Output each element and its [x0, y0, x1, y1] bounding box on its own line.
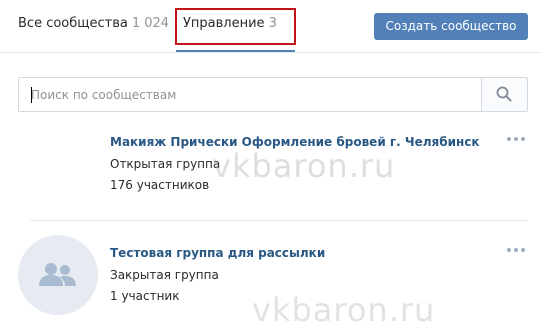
tab-label: Все сообщества — [18, 16, 128, 31]
search-button[interactable] — [481, 78, 527, 111]
avatar[interactable] — [18, 124, 98, 204]
more-icon[interactable] — [505, 134, 527, 144]
create-community-button[interactable]: Создать сообщество — [374, 13, 528, 40]
list-item: Тестовая группа для рассылки Закрытая гр… — [0, 235, 541, 325]
tab-bar: Все сообщества 1 024 Управление 3 Создать … — [0, 0, 541, 52]
tab-all-communities[interactable]: Все сообщества 1 024 — [18, 16, 169, 31]
more-icon[interactable] — [505, 245, 527, 255]
search-input[interactable] — [19, 78, 481, 111]
group-type: Открытая группа — [110, 157, 221, 171]
group-members: 176 участников — [110, 178, 210, 192]
group-title-link[interactable]: Тестовая группа для рассылки — [110, 246, 325, 260]
group-title-link[interactable]: Макияж Прически Оформление бровей г. Чел… — [110, 135, 480, 149]
tab-label: Управление — [183, 16, 265, 31]
tab-count: 1 024 — [131, 16, 170, 31]
search-icon — [496, 86, 512, 102]
divider — [30, 220, 528, 221]
users-icon — [39, 263, 76, 286]
tab-count: 3 — [268, 16, 277, 31]
avatar[interactable] — [18, 235, 98, 315]
group-type: Закрытая группа — [110, 268, 219, 282]
tab-management[interactable]: Управление 3 — [183, 16, 277, 31]
divider — [0, 52, 541, 53]
group-members: 1 участник — [110, 289, 180, 303]
list-item: Макияж Прически Оформление бровей г. Чел… — [0, 124, 541, 219]
search-bar — [18, 77, 528, 112]
text-cursor — [31, 87, 32, 103]
